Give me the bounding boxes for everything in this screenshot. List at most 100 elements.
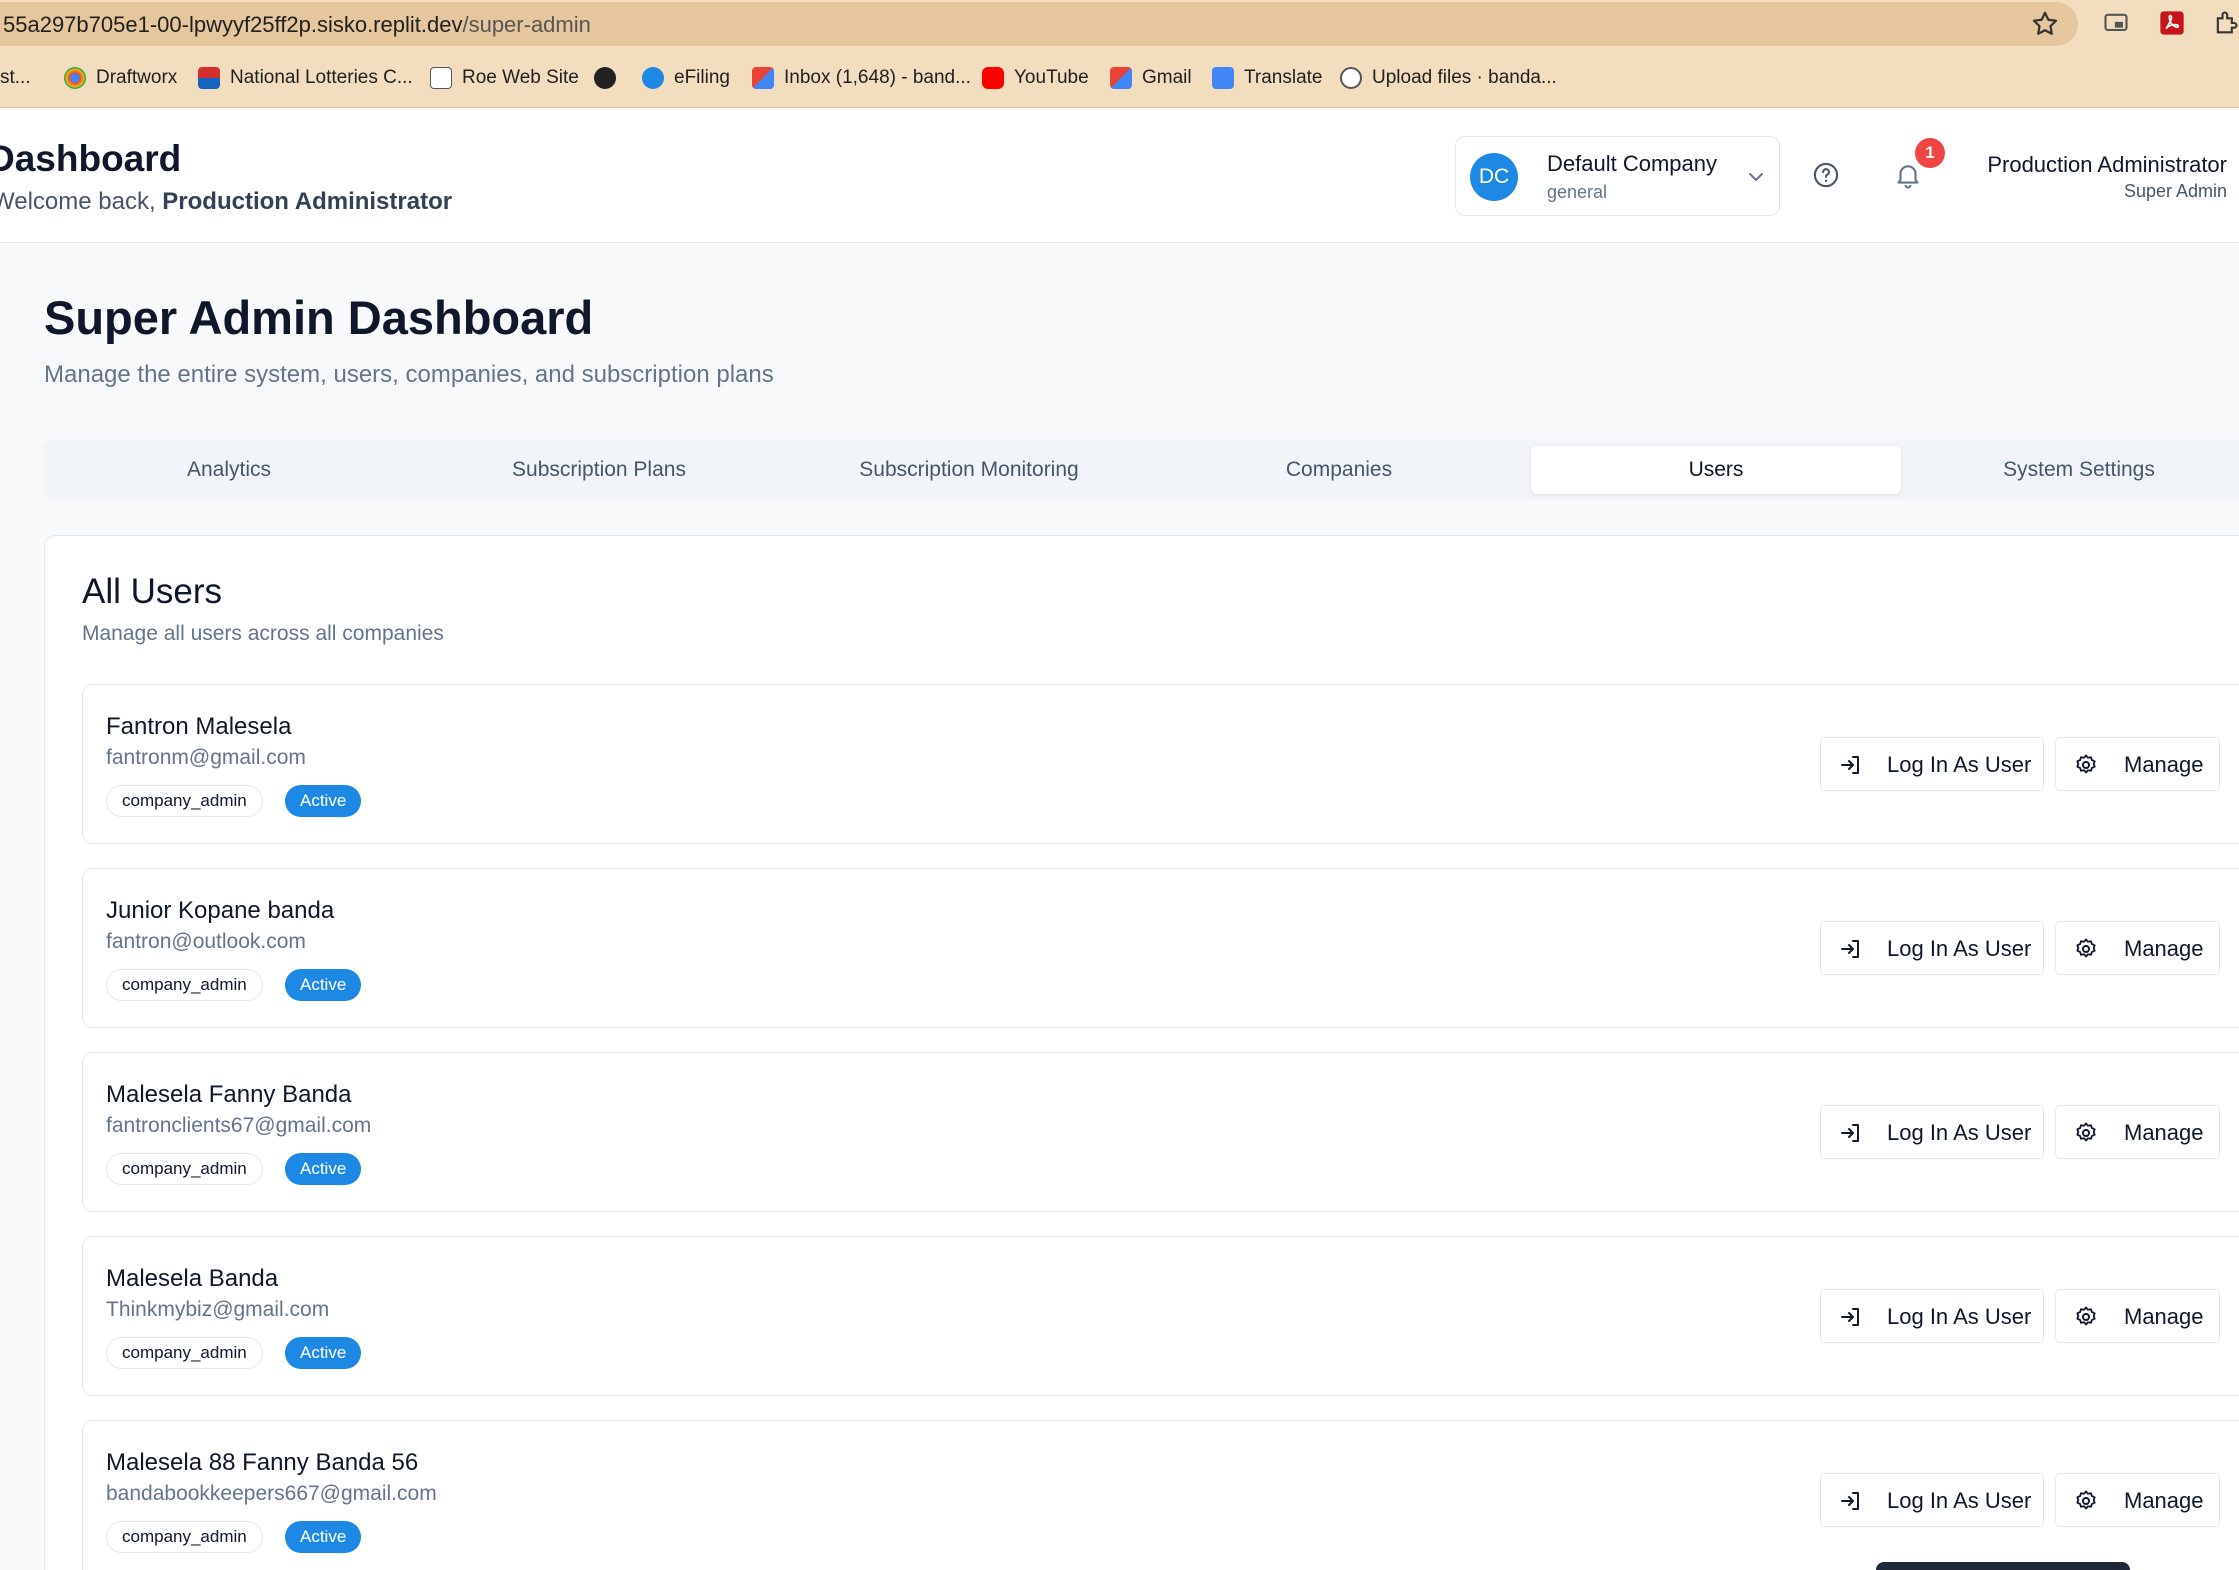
user-row: Malesela 88 Fanny Banda 56 bandabookkeep…: [82, 1420, 2239, 1570]
tab-system-settings[interactable]: System Settings: [1894, 446, 2239, 494]
user-row: Fantron Malesela fantronm@gmail.com comp…: [82, 684, 2239, 844]
users-card: All Users Manage all users across all co…: [44, 535, 2239, 1570]
manage-button[interactable]: Manage: [2055, 1289, 2220, 1343]
notification-badge: 1: [1915, 138, 1945, 168]
bookmark-item[interactable]: Draftworx: [64, 63, 177, 93]
browser-toolbar: 55a297b705e1-00-lpwyyf25ff2p.sisko.repli…: [0, 0, 2239, 48]
bookmark-item[interactable]: Gmail: [1110, 63, 1192, 93]
log-in-icon: [1841, 940, 1859, 958]
gear-icon: [2076, 1122, 2096, 1142]
globe-icon: [594, 67, 616, 89]
extensions-icon[interactable]: [2212, 9, 2239, 37]
gear-icon: [2076, 1306, 2096, 1326]
user-row: Malesela Banda Thinkmybiz@gmail.com comp…: [82, 1236, 2239, 1396]
chevron-down-icon: [1749, 173, 1763, 182]
bookmark-item[interactable]: Roe Web Site: [430, 63, 579, 93]
status-badge: Active: [285, 1153, 362, 1185]
status-badge: Active: [285, 969, 362, 1001]
chrome-icon: [64, 67, 86, 89]
role-badge: company_admin: [106, 1337, 263, 1369]
log-in-as-user-button[interactable]: Log In As User: [1820, 737, 2044, 791]
app-header: Dashboard Welcome back, Production Admin…: [0, 108, 2239, 243]
user-email: fantronclients67@gmail.com: [106, 1114, 372, 1137]
page-title: Super Admin Dashboard: [44, 291, 594, 344]
role-badge: company_admin: [106, 1521, 263, 1553]
welcome-text: Welcome back, Production Administrator: [0, 188, 453, 215]
tab-users[interactable]: Users: [1531, 446, 1901, 494]
gear-icon: [2076, 938, 2096, 958]
user-email: fantron@outlook.com: [106, 930, 306, 953]
bookmark-item[interactable]: [594, 63, 626, 93]
bookmark-item[interactable]: Translate: [1212, 63, 1323, 93]
role-badge: company_admin: [106, 785, 263, 817]
user-email: Thinkmybiz@gmail.com: [106, 1298, 330, 1321]
user-name: Fantron Malesela: [106, 713, 292, 740]
header-title: Dashboard: [0, 138, 182, 179]
image-icon: [430, 67, 452, 89]
manage-button[interactable]: Manage: [2055, 1473, 2220, 1527]
manage-button[interactable]: Manage: [2055, 737, 2220, 791]
tab-companies[interactable]: Companies: [1154, 446, 1524, 494]
bookmark-item[interactable]: National Lotteries C...: [198, 63, 413, 93]
help-icon[interactable]: [1812, 161, 1840, 189]
user-name: Malesela Banda: [106, 1265, 279, 1292]
status-badge: Active: [285, 1521, 362, 1553]
company-name: Default Company: [1547, 151, 1717, 176]
card-subtitle: Manage all users across all companies: [82, 622, 444, 645]
role-badge: company_admin: [106, 1153, 263, 1185]
bookmarks-bar: st... Draftworx National Lotteries C... …: [0, 48, 2239, 108]
log-in-icon: [1841, 1492, 1859, 1510]
bookmark-item[interactable]: YouTube: [982, 63, 1089, 93]
bookmark-item[interactable]: st...: [0, 63, 31, 93]
bookmark-item[interactable]: Inbox (1,648) - band...: [752, 63, 971, 93]
toast-edge: [1876, 1562, 2130, 1570]
user-email: fantronm@gmail.com: [106, 746, 306, 769]
address-bar[interactable]: 55a297b705e1-00-lpwyyf25ff2p.sisko.repli…: [0, 2, 2078, 46]
translate-icon: [1212, 67, 1234, 89]
manage-button[interactable]: Manage: [2055, 921, 2220, 975]
tab-subscription-monitoring[interactable]: Subscription Monitoring: [784, 446, 1154, 494]
manage-button[interactable]: Manage: [2055, 1105, 2220, 1159]
cast-icon[interactable]: [2102, 9, 2130, 37]
card-title: All Users: [82, 572, 223, 611]
company-switcher[interactable]: DC Default Company general: [1455, 136, 1780, 216]
company-type: general: [1547, 182, 1608, 202]
current-user-role: Super Admin: [2123, 181, 2227, 201]
github-icon: [1340, 67, 1362, 89]
user-name: Malesela 88 Fanny Banda 56: [106, 1449, 419, 1476]
bookmark-item[interactable]: Upload files · banda...: [1340, 63, 1557, 93]
gear-icon: [2076, 754, 2096, 774]
user-name: Malesela Fanny Banda: [106, 1081, 352, 1108]
log-in-as-user-button[interactable]: Log In As User: [1820, 921, 2044, 975]
status-badge: Active: [285, 785, 362, 817]
user-row: Junior Kopane banda fantron@outlook.com …: [82, 868, 2239, 1028]
log-in-as-user-button[interactable]: Log In As User: [1820, 1289, 2044, 1343]
gear-icon: [2076, 1490, 2096, 1510]
company-avatar: DC: [1470, 153, 1518, 201]
current-user-name[interactable]: Production Administrator: [1987, 152, 2227, 178]
youtube-icon: [982, 67, 1004, 89]
pdf-extension-icon[interactable]: [2158, 9, 2186, 37]
user-name: Junior Kopane banda: [106, 897, 335, 924]
efiling-icon: [642, 67, 664, 89]
lotteries-icon: [198, 67, 220, 89]
status-badge: Active: [285, 1337, 362, 1369]
gmail-icon: [1110, 67, 1132, 89]
user-email: bandabookkeepers667@gmail.com: [106, 1482, 437, 1505]
bell-icon[interactable]: [1893, 160, 1923, 190]
tab-subscription-plans[interactable]: Subscription Plans: [414, 446, 784, 494]
user-row: Malesela Fanny Banda fantronclients67@gm…: [82, 1052, 2239, 1212]
tab-list: Analytics Subscription Plans Subscriptio…: [44, 440, 2239, 500]
url-text: 55a297b705e1-00-lpwyyf25ff2p.sisko.repli…: [3, 12, 591, 37]
tab-analytics[interactable]: Analytics: [44, 446, 414, 494]
bookmark-item[interactable]: eFiling: [642, 63, 730, 93]
log-in-icon: [1841, 1124, 1859, 1142]
log-in-as-user-button[interactable]: Log In As User: [1820, 1105, 2044, 1159]
bookmark-star-icon[interactable]: [2030, 9, 2060, 39]
log-in-as-user-button[interactable]: Log In As User: [1820, 1473, 2044, 1527]
page-subtitle: Manage the entire system, users, compani…: [44, 361, 774, 388]
role-badge: company_admin: [106, 969, 263, 1001]
log-in-icon: [1841, 756, 1859, 774]
gmail-icon: [752, 67, 774, 89]
log-in-icon: [1841, 1308, 1859, 1326]
